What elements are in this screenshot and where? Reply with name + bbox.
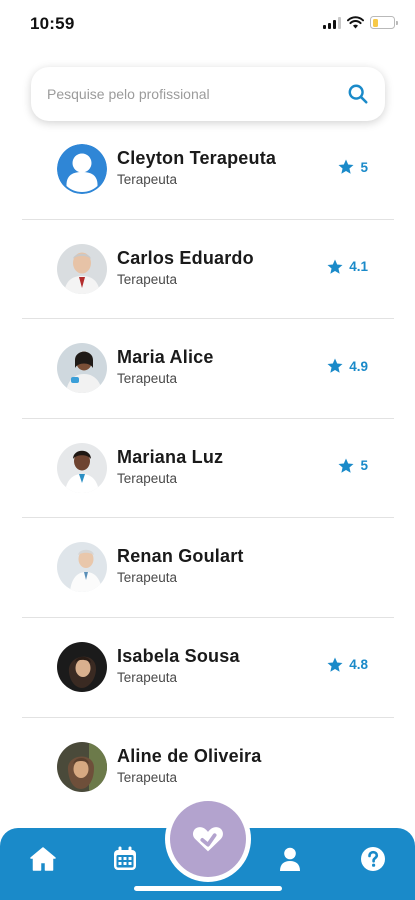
cellular-signal-icon — [323, 16, 341, 29]
search-box — [31, 67, 385, 121]
professional-role: Terapeuta — [117, 470, 178, 486]
wifi-icon — [347, 16, 364, 29]
rating-value: 5 — [360, 458, 368, 474]
professional-name: Maria Alice — [117, 347, 214, 368]
professional-role: Terapeuta — [117, 271, 178, 287]
center-home-button[interactable] — [165, 796, 251, 882]
professional-name: Renan Goulart — [117, 546, 244, 567]
professional-photo-avatar — [57, 542, 107, 593]
rating-value: 4.8 — [349, 657, 368, 673]
rating: 5 — [337, 457, 368, 475]
professional-photo-avatar — [57, 343, 107, 394]
heart-logo-icon — [193, 827, 223, 852]
professional-name: Cleyton Terapeuta — [117, 148, 277, 168]
rating: 4.1 — [326, 258, 368, 276]
rating-value: 5 — [360, 159, 368, 175]
default-user-avatar — [57, 144, 107, 194]
professional-item[interactable]: Mariana Luz Terapeuta 5 — [22, 419, 394, 519]
status-time: 10:59 — [30, 14, 75, 33]
rating-value: 4.9 — [349, 358, 368, 374]
professional-photo-avatar — [57, 741, 107, 792]
home-icon[interactable] — [28, 844, 58, 874]
rating: 5 — [337, 158, 368, 176]
professional-item[interactable]: Renan Goulart Terapeuta — [22, 518, 394, 618]
professional-role: Terapeuta — [117, 570, 178, 586]
professional-role: Terapeuta — [117, 172, 178, 187]
rating-value: 4.1 — [349, 259, 368, 275]
search-icon[interactable] — [347, 83, 369, 105]
star-icon — [327, 259, 343, 274]
professional-role: Terapeuta — [117, 371, 178, 387]
rating: 4.9 — [326, 357, 368, 375]
status-bar: 10:59 — [0, 0, 415, 48]
star-icon — [338, 458, 354, 473]
professional-name: Carlos Eduardo — [117, 247, 254, 268]
user-icon[interactable] — [275, 844, 305, 874]
professional-photo-avatar — [57, 442, 107, 493]
home-indicator — [134, 886, 282, 891]
center-button-inner — [170, 801, 246, 877]
professional-photo-avatar — [57, 243, 107, 294]
search-input[interactable] — [47, 79, 327, 109]
calendar-icon[interactable] — [110, 844, 140, 874]
professional-name: Aline de Oliveira — [117, 745, 262, 766]
professional-item[interactable]: Maria Alice Terapeuta 4.9 — [22, 319, 394, 419]
professional-name: Isabela Sousa — [117, 645, 240, 666]
professional-role: Terapeuta — [117, 669, 178, 685]
rating: 4.8 — [326, 656, 368, 674]
professional-item[interactable]: Carlos Eduardo Terapeuta 4.1 — [22, 220, 394, 320]
professional-photo-avatar — [57, 641, 107, 692]
star-icon — [327, 358, 343, 373]
help-icon[interactable] — [358, 844, 388, 874]
professional-role: Terapeuta — [117, 769, 178, 785]
professional-item[interactable]: Isabela Sousa Terapeuta 4.8 — [22, 618, 394, 718]
status-icons — [323, 16, 398, 29]
star-icon — [338, 159, 354, 174]
battery-icon — [370, 16, 398, 29]
professional-name: Mariana Luz — [117, 446, 224, 467]
professional-list: Cleyton Terapeuta Terapeuta 5 Carlos Edu… — [22, 120, 394, 817]
professional-item[interactable]: Cleyton Terapeuta Terapeuta 5 — [22, 120, 394, 220]
star-icon — [327, 657, 343, 672]
